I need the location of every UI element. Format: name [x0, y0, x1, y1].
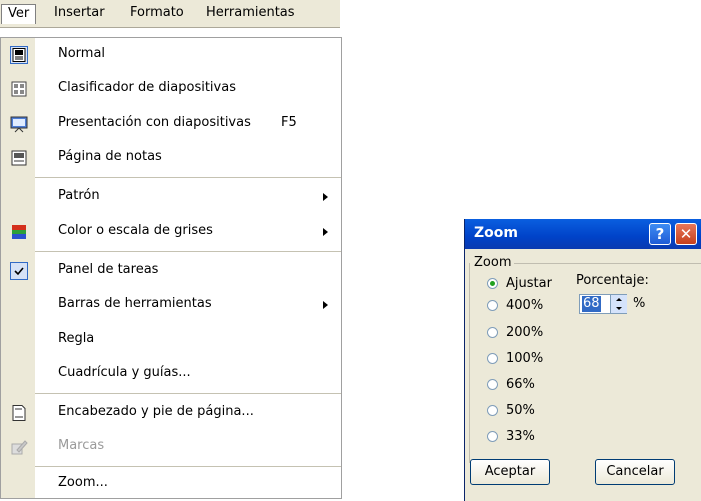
- menu-item-label: Patrón: [58, 188, 100, 203]
- radio-label: 66%: [506, 377, 535, 392]
- menu-item-presentacion[interactable]: Presentación con diapositivas F5: [1, 108, 341, 140]
- radio-button-icon: [487, 300, 498, 311]
- menu-bar: Ver Insertar Formato Herramientas: [0, 0, 340, 28]
- menu-item-zoom[interactable]: Zoom...: [1, 468, 341, 500]
- radio-button-icon: [487, 353, 498, 364]
- header-footer-icon: [10, 404, 28, 422]
- menu-insertar[interactable]: Insertar: [48, 4, 111, 24]
- ok-button[interactable]: Aceptar: [470, 459, 550, 485]
- menu-item-regla[interactable]: Regla: [1, 324, 341, 356]
- radio-label: 200%: [506, 325, 544, 340]
- close-button[interactable]: ✕: [675, 223, 697, 245]
- menu-separator: [35, 466, 341, 467]
- menu-item-clasificador[interactable]: Clasificador de diapositivas: [1, 73, 341, 105]
- zoom-dialog: Zoom ? ✕ Zoom Ajustar 400% 200% 100% 66%…: [464, 219, 701, 501]
- menu-formato[interactable]: Formato: [124, 4, 190, 24]
- menu-item-normal[interactable]: Normal: [1, 39, 341, 71]
- menu-ver[interactable]: Ver: [1, 4, 37, 24]
- radio-button-icon: [487, 278, 498, 289]
- menu-item-label: Cuadrícula y guías...: [58, 365, 191, 380]
- menu-separator: [35, 251, 341, 252]
- percent-value[interactable]: 68: [582, 296, 601, 312]
- normal-view-icon: [10, 46, 28, 64]
- radio-label: Ajustar: [506, 276, 552, 291]
- checkmark-icon: [10, 262, 28, 280]
- percent-sign: %: [633, 296, 646, 311]
- slideshow-icon: [10, 115, 28, 133]
- menu-item-label: Zoom...: [58, 475, 108, 490]
- percent-spinner[interactable]: 68: [579, 294, 627, 314]
- menu-item-label: Clasificador de diapositivas: [58, 80, 236, 95]
- notes-page-icon: [10, 149, 28, 167]
- dialog-title: Zoom: [474, 225, 518, 241]
- ver-dropdown-menu: Normal Clasificador de diapositivas Pres…: [0, 37, 342, 499]
- menu-item-pagina-notas[interactable]: Página de notas: [1, 142, 341, 174]
- menu-item-marcas[interactable]: Marcas: [1, 431, 341, 463]
- menu-item-label: Marcas: [58, 438, 105, 453]
- menu-item-label: Página de notas: [58, 149, 162, 164]
- menu-item-label: Normal: [58, 46, 106, 61]
- radio-label: 33%: [506, 429, 535, 444]
- menu-item-label: Panel de tareas: [58, 262, 159, 277]
- cancel-button[interactable]: Cancelar: [595, 459, 675, 485]
- radio-label: 400%: [506, 298, 544, 313]
- menu-herramientas[interactable]: Herramientas: [200, 4, 301, 24]
- menu-separator: [35, 177, 341, 178]
- spin-down-icon[interactable]: [610, 304, 627, 313]
- groupbox-border: [469, 263, 470, 463]
- dialog-titlebar[interactable]: Zoom ? ✕: [465, 219, 701, 249]
- menu-item-cuadricula[interactable]: Cuadrícula y guías...: [1, 358, 341, 390]
- submenu-arrow-icon: [323, 301, 328, 309]
- radio-button-icon: [487, 405, 498, 416]
- submenu-arrow-icon: [323, 193, 328, 201]
- menu-item-label: Regla: [58, 331, 95, 346]
- menu-separator: [35, 393, 341, 394]
- slide-sorter-icon: [10, 80, 28, 98]
- markup-icon: [10, 438, 28, 456]
- menu-item-label: Presentación con diapositivas: [58, 115, 251, 130]
- color-grayscale-icon: [10, 223, 28, 241]
- menu-item-patron[interactable]: Patrón: [1, 181, 341, 213]
- menu-item-label: Encabezado y pie de página...: [58, 404, 254, 419]
- radio-button-icon: [487, 431, 498, 442]
- menu-item-barras-herramientas[interactable]: Barras de herramientas: [1, 289, 341, 321]
- groupbox-border: [513, 263, 701, 264]
- menu-item-label: Color o escala de grises: [58, 223, 213, 238]
- group-label: Zoom: [474, 255, 515, 270]
- help-button[interactable]: ?: [649, 223, 671, 245]
- radio-button-icon: [487, 379, 498, 390]
- radio-button-icon: [487, 327, 498, 338]
- percent-label: Porcentaje:: [576, 273, 649, 288]
- menu-item-encabezado[interactable]: Encabezado y pie de página...: [1, 397, 341, 429]
- menu-item-label: Barras de herramientas: [58, 296, 212, 311]
- submenu-arrow-icon: [323, 228, 328, 236]
- menu-item-panel-tareas[interactable]: Panel de tareas: [1, 255, 341, 287]
- radio-label: 50%: [506, 403, 535, 418]
- shortcut-text: F5: [281, 115, 297, 130]
- spin-up-icon[interactable]: [610, 295, 627, 304]
- menu-item-color-grises[interactable]: Color o escala de grises: [1, 216, 341, 248]
- radio-label: 100%: [506, 351, 544, 366]
